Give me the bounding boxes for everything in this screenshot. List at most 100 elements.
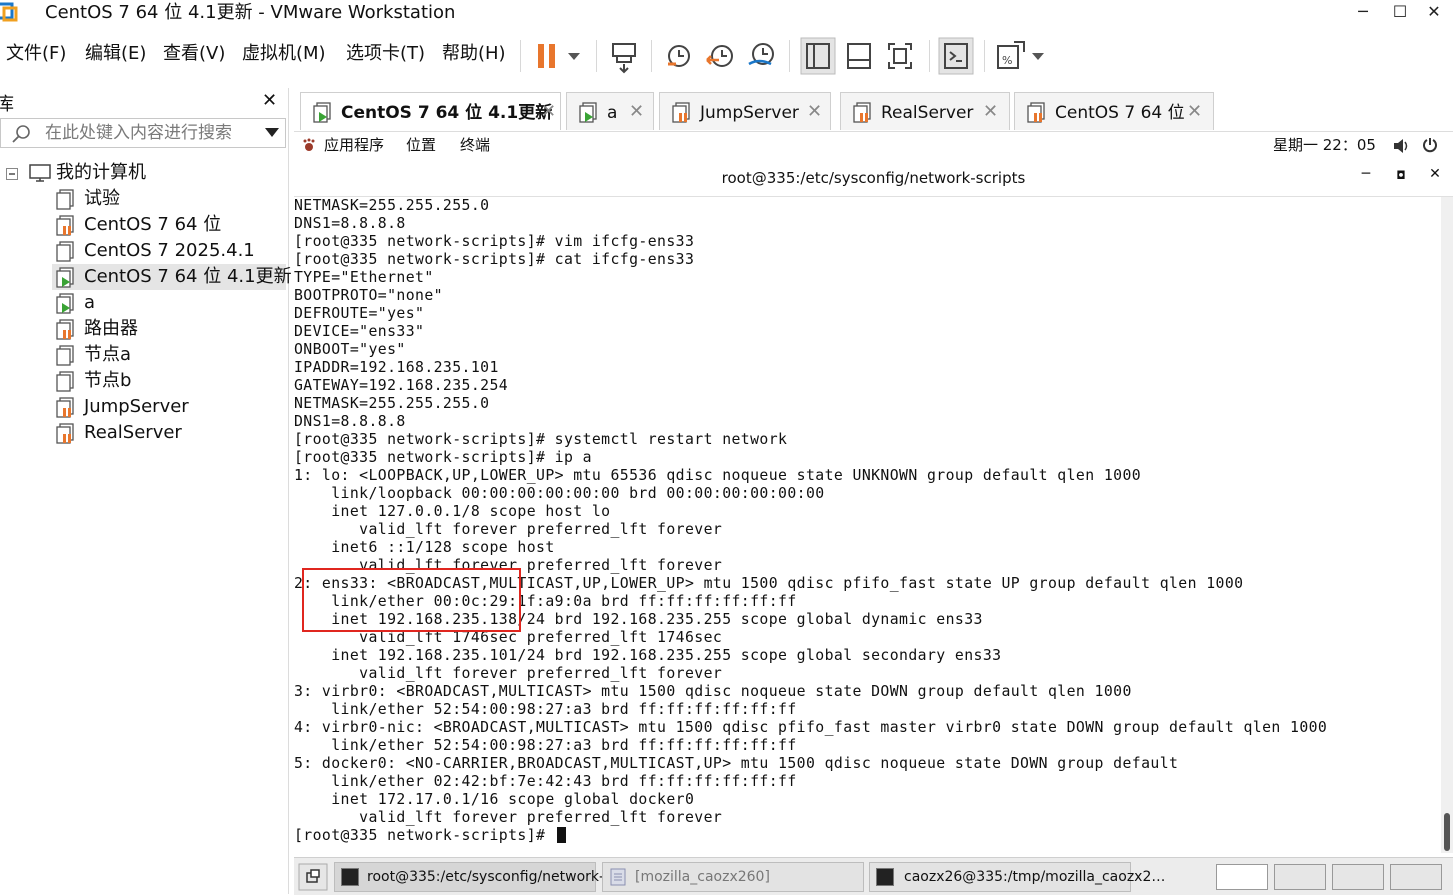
vm-icon — [56, 345, 76, 366]
toolbar-separator — [596, 40, 597, 72]
volume-icon[interactable] — [1392, 138, 1410, 154]
vm-suspended-icon — [56, 319, 76, 340]
send-ctrl-alt-del-icon[interactable] — [607, 36, 641, 76]
tab-label: CentOS 7 64 位 — [1055, 103, 1185, 123]
workspace-4[interactable] — [1390, 864, 1442, 890]
stretch-guest-icon[interactable]: % — [994, 36, 1046, 76]
pause-icon[interactable] — [534, 36, 584, 76]
collapse-icon[interactable] — [6, 168, 18, 180]
power-icon[interactable] — [1422, 137, 1438, 153]
library-item[interactable]: 试验 — [56, 186, 286, 212]
svg-text:%: % — [1002, 54, 1012, 67]
terminal-scrollbar[interactable] — [1441, 197, 1453, 853]
menu-help[interactable]: 帮助(H) — [442, 42, 506, 66]
clock[interactable]: 星期一 22：05 — [1273, 135, 1376, 155]
applications-menu[interactable]: 应用程序 — [324, 135, 384, 155]
places-menu[interactable]: 位置 — [406, 135, 436, 155]
terminal-menu[interactable]: 终端 — [460, 135, 490, 155]
terminal-line: GATEWAY=192.168.235.254 — [294, 377, 509, 394]
vm-running-icon — [313, 102, 335, 124]
taskbar-item-terminal-1[interactable]: root@335:/etc/sysconfig/network-… — [334, 862, 618, 892]
toolbar-separator — [929, 40, 930, 72]
tab-centos-41[interactable]: CentOS 7 64 位 4.1更新 ✕ — [300, 92, 561, 130]
library-search-input[interactable] — [45, 122, 255, 144]
tab-close-icon[interactable]: ✕ — [1187, 102, 1202, 122]
workspace-3[interactable] — [1332, 864, 1384, 890]
tab-label: JumpServer — [700, 103, 799, 123]
vm-suspended-icon — [1027, 102, 1049, 124]
thumbnail-bar-icon[interactable] — [842, 36, 876, 76]
library-item[interactable]: CentOS 7 64 位 4.1更新 — [52, 264, 292, 290]
taskbar-item-terminal-2[interactable]: caozx26@335:/tmp/mozilla_caozx2… — [869, 862, 1165, 892]
close-window-button[interactable]: ✕ — [1411, 0, 1453, 26]
guest-top-bar: 应用程序 位置 终端 星期一 22：05 — [294, 131, 1453, 158]
terminal-line: DEVICE="ens33" — [294, 323, 425, 340]
menu-view[interactable]: 查看(V) — [163, 42, 225, 66]
vm-running-icon — [579, 102, 601, 124]
terminal-title: root@335:/etc/sysconfig/network-scripts — [721, 169, 1026, 187]
menu-file[interactable]: 文件(F) — [6, 42, 66, 66]
scrollbar-thumb[interactable] — [1444, 813, 1450, 851]
library-item-label: 节点b — [84, 370, 132, 391]
library-item[interactable]: 节点b — [56, 368, 286, 394]
workspace-1[interactable] — [1216, 864, 1268, 890]
tab-label: a — [607, 103, 618, 123]
terminal-line: BOOTPROTO="none" — [294, 287, 443, 304]
show-library-icon[interactable] — [800, 36, 836, 76]
terminal-line: [root@335 network-scripts]# vim ifcfg-en… — [294, 233, 695, 250]
full-screen-icon[interactable] — [883, 36, 917, 76]
revert-snapshot-icon[interactable] — [703, 36, 737, 76]
snapshot-icon[interactable] — [662, 36, 696, 76]
menu-tabs[interactable]: 选项卡(T) — [346, 42, 425, 66]
terminal-prompt: [root@335 network-scripts]# — [294, 827, 555, 844]
tab-jumpserver[interactable]: JumpServer ✕ — [659, 92, 831, 130]
terminal-line: DEFROUTE="yes" — [294, 305, 425, 322]
library-item[interactable]: CentOS 7 64 位 — [56, 212, 286, 238]
toolbar-separator — [789, 40, 790, 72]
tab-close-icon[interactable]: ✕ — [541, 102, 556, 122]
tab-realserver[interactable]: RealServer ✕ — [840, 92, 1010, 130]
search-dropdown-icon[interactable] — [265, 128, 279, 137]
taskbar-item-label: root@335:/etc/sysconfig/network-… — [367, 869, 619, 885]
menu-vm[interactable]: 虚拟机(M) — [242, 42, 326, 66]
terminal-maximize-button[interactable]: ◘ — [1391, 169, 1411, 182]
library-item-label: a — [84, 292, 96, 313]
library-item-label: 路由器 — [84, 318, 138, 339]
library-item[interactable]: JumpServer — [56, 394, 286, 420]
taskbar-item-file-manager[interactable]: [mozilla_caozx260] — [602, 862, 864, 892]
toolbar-separator — [520, 40, 521, 72]
library-item[interactable]: 节点a — [56, 342, 286, 368]
terminal-close-button[interactable]: ✕ — [1425, 166, 1445, 182]
vm-suspended-icon — [56, 397, 76, 418]
menu-edit[interactable]: 编辑(E) — [85, 42, 146, 66]
vm-icon — [56, 371, 76, 392]
vm-running-icon — [56, 293, 76, 314]
library-item-label: 试验 — [84, 188, 120, 209]
tab-centos-64[interactable]: CentOS 7 64 位 ✕ — [1014, 92, 1214, 130]
show-desktop-icon[interactable] — [298, 863, 328, 891]
library-item[interactable]: 路由器 — [56, 316, 286, 342]
library-close-button[interactable]: ✕ — [262, 90, 277, 111]
terminal-line: link/loopback 00:00:00:00:00:00 brd 00:0… — [294, 485, 825, 502]
tab-close-icon[interactable]: ✕ — [807, 102, 822, 122]
terminal-line: link/ether 52:54:00:98:27:a3 brd ff:ff:f… — [294, 737, 797, 754]
terminal-minimize-button[interactable]: ─ — [1356, 166, 1376, 182]
tab-close-icon[interactable]: ✕ — [983, 102, 998, 122]
tab-a[interactable]: a ✕ — [566, 92, 654, 130]
vm-suspended-icon — [853, 102, 875, 124]
terminal-text: NETMASK=255.255.255.0 DNS1=8.8.8.8 [root… — [294, 197, 1440, 845]
console-view-icon[interactable] — [938, 36, 974, 76]
library-item[interactable]: RealServer — [56, 420, 286, 446]
library-item[interactable]: CentOS 7 2025.4.1 — [56, 238, 286, 264]
terminal-icon — [876, 868, 894, 886]
vm-suspended-icon — [56, 215, 76, 236]
snapshot-manager-icon[interactable] — [744, 36, 778, 76]
library-item-label: CentOS 7 2025.4.1 — [84, 240, 255, 261]
tab-close-icon[interactable]: ✕ — [629, 102, 644, 122]
vmware-logo-icon — [0, 2, 18, 22]
library-item[interactable]: a — [56, 290, 286, 316]
terminal-output[interactable]: NETMASK=255.255.255.0 DNS1=8.8.8.8 [root… — [294, 197, 1440, 853]
terminal-line: inet 172.17.0.1/16 scope global docker0 — [294, 791, 695, 808]
workspace-2[interactable] — [1274, 864, 1326, 890]
search-icon — [12, 125, 30, 143]
